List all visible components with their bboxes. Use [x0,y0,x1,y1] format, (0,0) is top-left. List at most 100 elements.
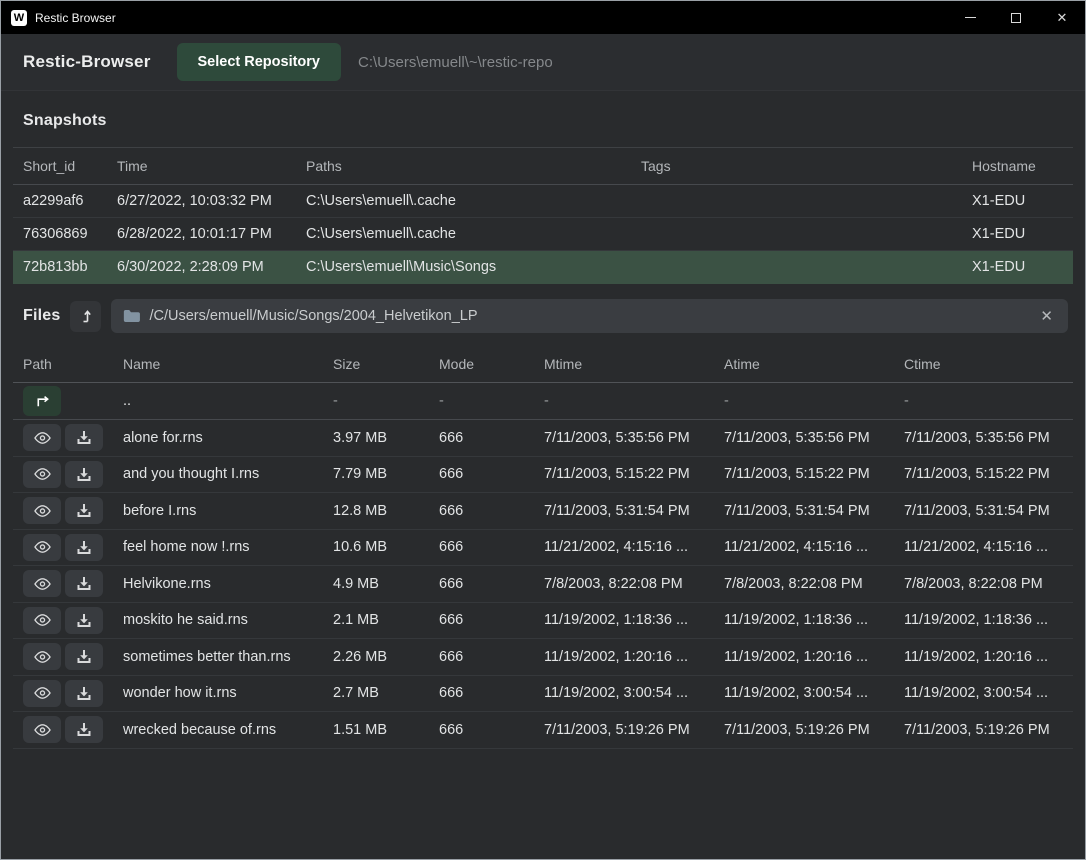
eye-icon [33,431,52,445]
current-path-text: /C/Users/emuell/Music/Songs/2004_Helveti… [149,308,1028,324]
column-header-atime[interactable]: Atime [714,356,894,372]
snapshot-row[interactable]: 76306869 6/28/2022, 10:01:17 PM C:\Users… [13,218,1073,251]
file-ctime: 7/11/2003, 5:35:56 PM [894,430,1073,446]
file-mode: 666 [429,503,534,519]
titlebar: W Restic Browser ✕ [1,1,1085,34]
snapshot-short-id: 76306869 [13,226,107,242]
column-header-time[interactable]: Time [107,158,296,174]
column-header-name[interactable]: Name [113,356,323,372]
file-size: 2.1 MB [323,612,429,628]
column-header-size[interactable]: Size [323,356,429,372]
app-logo-icon: W [11,10,27,26]
toolbar: Restic-Browser Select Repository C:\User… [1,34,1085,91]
download-file-button[interactable] [65,716,103,743]
file-name: .. [113,393,323,409]
snapshot-short-id: a2299af6 [13,193,107,209]
column-header-mode[interactable]: Mode [429,356,534,372]
file-mtime: - [534,393,714,409]
preview-file-button[interactable] [23,680,61,707]
clear-path-icon[interactable]: ✕ [1037,307,1056,325]
snapshot-row[interactable]: a2299af6 6/27/2022, 10:03:32 PM C:\Users… [13,185,1073,218]
file-ctime: 11/21/2002, 4:15:16 ... [894,539,1073,555]
file-row: feel home now !.rns 10.6 MB 666 11/21/20… [13,530,1073,567]
download-file-button[interactable] [65,497,103,524]
snapshots-table: Short_id Time Paths Tags Hostname a2299a… [13,147,1073,284]
snapshot-hostname: X1-EDU [962,259,1073,275]
column-header-short-id[interactable]: Short_id [13,158,107,174]
column-header-tags[interactable]: Tags [631,158,962,174]
preview-file-button[interactable] [23,534,61,561]
file-size: 3.97 MB [323,430,429,446]
column-header-hostname[interactable]: Hostname [962,158,1073,174]
download-file-button[interactable] [65,424,103,451]
preview-file-button[interactable] [23,497,61,524]
download-icon [76,722,92,737]
snapshot-paths: C:\Users\emuell\.cache [296,226,631,242]
select-repository-button[interactable]: Select Repository [177,43,342,81]
file-row: Helvikone.rns 4.9 MB 666 7/8/2003, 8:22:… [13,566,1073,603]
files-table-header: Path Name Size Mode Mtime Atime Ctime [13,345,1073,383]
download-file-button[interactable] [65,607,103,634]
files-heading: Files [23,307,60,325]
file-row: alone for.rns 3.97 MB 666 7/11/2003, 5:3… [13,420,1073,457]
snapshots-table-header: Short_id Time Paths Tags Hostname [13,147,1073,185]
file-row: wrecked because of.rns 1.51 MB 666 7/11/… [13,712,1073,749]
go-up-directory-button[interactable] [70,301,101,332]
preview-file-button[interactable] [23,607,61,634]
snapshot-time: 6/28/2022, 10:01:17 PM [107,226,296,242]
file-mtime: 11/19/2002, 1:18:36 ... [534,612,714,628]
preview-file-button[interactable] [23,570,61,597]
column-header-ctime[interactable]: Ctime [894,356,1073,372]
file-mtime: 7/11/2003, 5:19:26 PM [534,722,714,738]
preview-file-button[interactable] [23,461,61,488]
file-row: sometimes better than.rns 2.26 MB 666 11… [13,639,1073,676]
eye-icon [33,540,52,554]
file-name: wonder how it.rns [113,685,323,701]
download-file-button[interactable] [65,570,103,597]
column-header-mtime[interactable]: Mtime [534,356,714,372]
file-size: 10.6 MB [323,539,429,555]
file-size: - [323,393,429,409]
parent-directory-button[interactable] [23,386,61,416]
eye-icon [33,613,52,627]
eye-icon [33,723,52,737]
preview-file-button[interactable] [23,643,61,670]
app-window: W Restic Browser ✕ Restic-Browser Select… [0,0,1086,860]
download-file-button[interactable] [65,461,103,488]
repository-path: C:\Users\emuell\~\restic-repo [358,54,553,71]
file-atime: 7/11/2003, 5:35:56 PM [714,430,894,446]
snapshot-time: 6/30/2022, 2:28:09 PM [107,259,296,275]
minimize-icon [965,17,976,18]
file-size: 12.8 MB [323,503,429,519]
file-size: 1.51 MB [323,722,429,738]
preview-file-button[interactable] [23,424,61,451]
file-atime: 11/21/2002, 4:15:16 ... [714,539,894,555]
current-path-bar[interactable]: /C/Users/emuell/Music/Songs/2004_Helveti… [111,299,1068,333]
file-mode: 666 [429,576,534,592]
download-file-button[interactable] [65,643,103,670]
download-file-button[interactable] [65,534,103,561]
snapshot-row-selected[interactable]: 72b813bb 6/30/2022, 2:28:09 PM C:\Users\… [13,251,1073,284]
download-icon [76,503,92,518]
close-button[interactable]: ✕ [1039,1,1085,34]
file-name: and you thought I.rns [113,466,323,482]
column-header-path[interactable]: Path [13,356,113,372]
file-ctime: 11/19/2002, 1:20:16 ... [894,649,1073,665]
files-table: Path Name Size Mode Mtime Atime Ctime ..… [13,345,1073,420]
column-header-paths[interactable]: Paths [296,158,631,174]
maximize-button[interactable] [993,1,1039,34]
file-row: before I.rns 12.8 MB 666 7/11/2003, 5:31… [13,493,1073,530]
download-file-button[interactable] [65,680,103,707]
preview-file-button[interactable] [23,716,61,743]
download-icon [76,613,92,628]
snapshot-short-id: 72b813bb [13,259,107,275]
file-size: 4.9 MB [323,576,429,592]
file-name: feel home now !.rns [113,539,323,555]
file-atime: 7/11/2003, 5:31:54 PM [714,503,894,519]
file-mtime: 11/19/2002, 3:00:54 ... [534,685,714,701]
file-row: wonder how it.rns 2.7 MB 666 11/19/2002,… [13,676,1073,713]
file-name: sometimes better than.rns [113,649,323,665]
minimize-button[interactable] [947,1,993,34]
maximize-icon [1011,13,1021,23]
file-atime: 11/19/2002, 3:00:54 ... [714,685,894,701]
